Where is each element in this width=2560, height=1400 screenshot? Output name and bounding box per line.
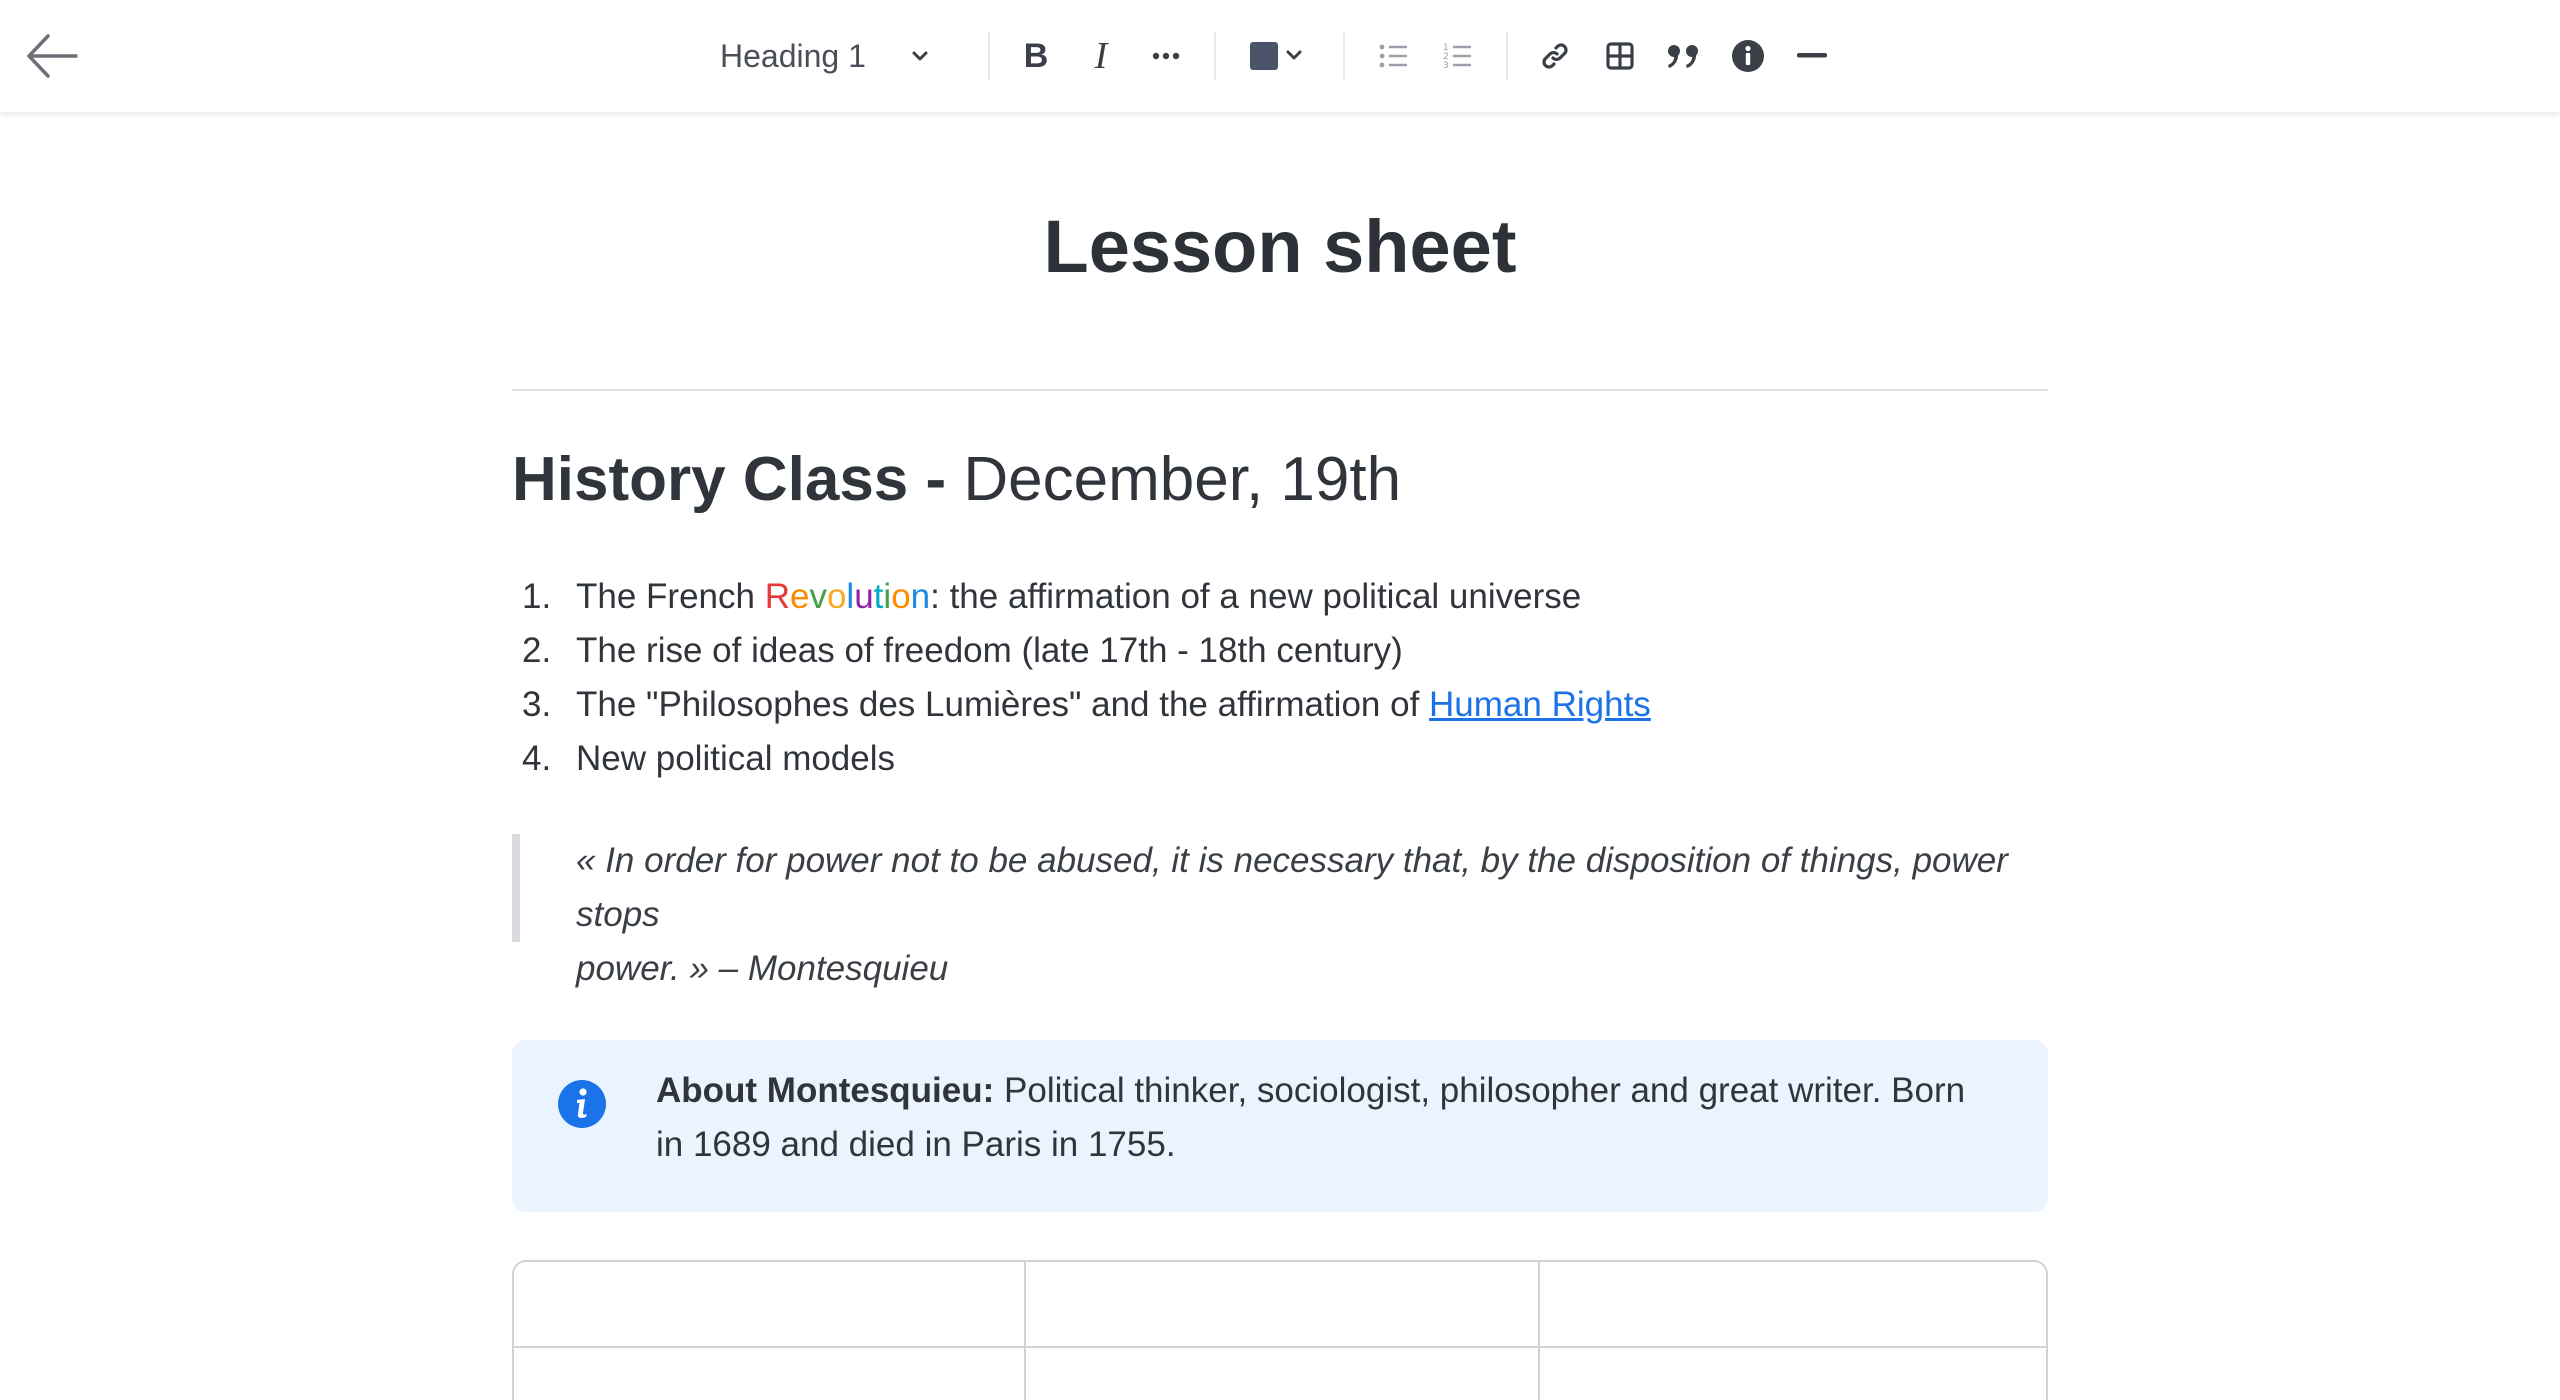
- numbered-list: 1. The French Revolution: the affirmatio…: [512, 570, 1651, 786]
- toolbar-separator: [1343, 32, 1345, 80]
- table-cell[interactable]: [514, 1262, 1026, 1348]
- callout-line: in 1689 and died in Paris in 1755.: [656, 1125, 1176, 1164]
- list-item[interactable]: 1. The French Revolution: the affirmatio…: [512, 570, 1651, 624]
- list-item-text: New political models: [576, 739, 896, 778]
- block-style-dropdown[interactable]: Heading 1: [720, 30, 950, 82]
- callout-line: About Montesquieu: Political thinker, so…: [656, 1064, 1988, 1118]
- list-item[interactable]: 2. The rise of ideas of freedom (late 17…: [512, 624, 1651, 678]
- rainbow-letter: o: [891, 577, 911, 616]
- rainbow-letter: o: [826, 577, 847, 616]
- quote-line: power. » – Montesquieu: [576, 949, 949, 988]
- table-cell[interactable]: [1024, 1346, 1540, 1400]
- rainbow-letter: u: [854, 577, 874, 616]
- info-callout[interactable]: About Montesquieu: Political thinker, so…: [512, 1040, 2048, 1212]
- list-item[interactable]: 4. New political models: [512, 732, 1651, 786]
- divider: [512, 389, 2048, 391]
- list-item-text: The French: [576, 577, 765, 616]
- editor-toolbar: Heading 1 B I 123: [0, 0, 2560, 112]
- rainbow-text: Revolution: [765, 577, 930, 616]
- chevron-down-icon: [912, 51, 928, 61]
- table-cell[interactable]: [514, 1346, 1026, 1400]
- rainbow-letter: n: [910, 577, 931, 616]
- table: [512, 1260, 2048, 1400]
- bullet-list-icon: [1379, 44, 1407, 68]
- human-rights-link[interactable]: Human Rights: [1429, 685, 1651, 724]
- text-color-button[interactable]: [1246, 30, 1310, 82]
- toolbar-separator: [1506, 32, 1508, 80]
- section-heading-date: December, 19th: [946, 445, 1402, 514]
- table-cell[interactable]: [1024, 1262, 1540, 1348]
- list-item-text: The rise of ideas of freedom (late 17th …: [576, 631, 1403, 670]
- table-row: [514, 1346, 2046, 1400]
- list-number: 1.: [522, 577, 552, 616]
- italic-button[interactable]: I: [1081, 30, 1121, 82]
- table-icon: [1606, 42, 1634, 70]
- link-button[interactable]: [1535, 30, 1575, 82]
- section-heading[interactable]: History Class - December, 19th: [512, 444, 1401, 515]
- list-number: 3.: [522, 685, 552, 724]
- page-title[interactable]: Lesson sheet: [512, 204, 2048, 289]
- table-row: [514, 1262, 2046, 1348]
- toolbar-separator: [988, 32, 990, 80]
- rainbow-letter: R: [764, 577, 790, 616]
- link-icon: [1542, 43, 1568, 69]
- blockquote[interactable]: « In order for power not to be abused, i…: [512, 834, 2048, 988]
- horizontal-rule-button[interactable]: [1792, 30, 1832, 82]
- info-icon: [558, 1080, 606, 1128]
- insert-table-button[interactable]: [1600, 30, 1640, 82]
- bold-icon: B: [1023, 36, 1049, 75]
- rainbow-letter: v: [809, 577, 827, 616]
- horizontal-rule-icon: [1797, 53, 1827, 58]
- callout-text: Political thinker, sociologist, philosop…: [994, 1071, 1966, 1110]
- table-cell[interactable]: [1538, 1346, 2046, 1400]
- arrow-left-icon: [27, 34, 78, 78]
- list-number: 4.: [522, 739, 552, 778]
- svg-text:3: 3: [1443, 61, 1449, 70]
- quote-icon: [1668, 45, 1698, 68]
- numbered-list-icon: 123: [1443, 43, 1471, 70]
- callout-bold: About Montesquieu:: [656, 1071, 995, 1110]
- rainbow-letter: e: [789, 577, 810, 616]
- table-cell[interactable]: [1538, 1262, 2046, 1348]
- color-swatch-icon: [1250, 42, 1302, 70]
- rainbow-letter: t: [873, 577, 884, 616]
- list-number: 2.: [522, 631, 552, 670]
- blockquote-button[interactable]: [1664, 30, 1704, 82]
- numbered-list-button[interactable]: 123: [1438, 30, 1478, 82]
- bold-button[interactable]: B: [1016, 30, 1056, 82]
- more-horizontal-icon: [1152, 52, 1180, 60]
- list-item[interactable]: 3. The "Philosophes des Lumières" and th…: [512, 678, 1651, 732]
- bullet-list-button[interactable]: [1374, 30, 1414, 82]
- block-style-label: Heading 1: [720, 37, 866, 74]
- section-heading-bold: History Class -: [512, 445, 947, 514]
- toolbar-separator: [1214, 32, 1216, 80]
- back-button[interactable]: [24, 28, 88, 84]
- info-callout-button[interactable]: [1728, 30, 1768, 82]
- italic-icon: I: [1094, 35, 1108, 77]
- info-icon: [1732, 40, 1764, 72]
- more-formatting-button[interactable]: [1146, 30, 1186, 82]
- list-item-text: The "Philosophes des Lumières" and the a…: [576, 685, 1430, 724]
- list-item-text: : the affirmation of a new political uni…: [930, 577, 1582, 616]
- quote-line: « In order for power not to be abused, i…: [576, 841, 2008, 934]
